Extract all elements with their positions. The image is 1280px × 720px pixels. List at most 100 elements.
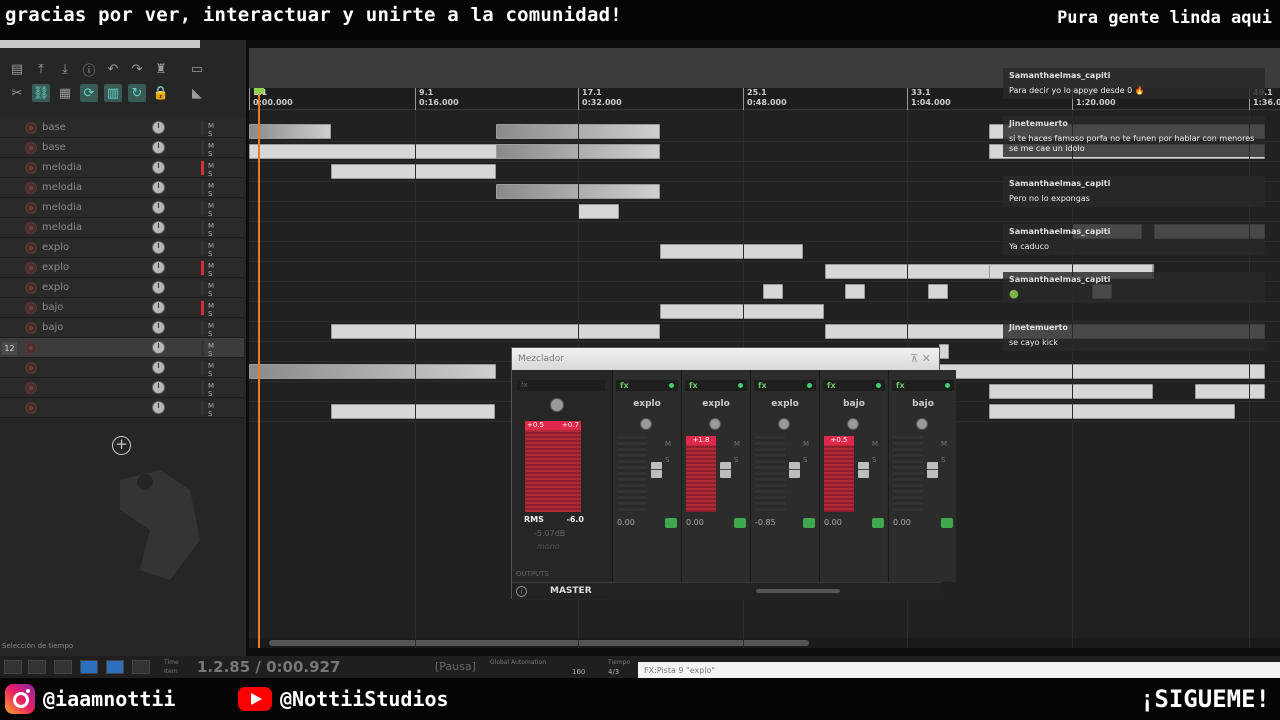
track-volume-knob[interactable]	[152, 201, 165, 214]
record-arm-icon[interactable]	[25, 282, 37, 294]
channel-name[interactable]: bajo	[889, 399, 957, 409]
channel-pan-knob[interactable]	[709, 418, 721, 430]
project-tab[interactable]	[0, 40, 200, 48]
track-row[interactable]: melodia M S	[0, 218, 244, 238]
track-row[interactable]: bajo M S	[0, 318, 244, 338]
channel-name[interactable]: explo	[751, 399, 819, 409]
track-mute-solo[interactable]: M S	[208, 262, 244, 278]
track-row[interactable]: explo M S	[0, 278, 244, 298]
master-outputs[interactable]: OUTPUTS	[516, 570, 549, 578]
channel-volume-value[interactable]: 0.00	[617, 518, 657, 527]
fx-enabled-icon[interactable]	[669, 383, 674, 388]
channel-mute-solo[interactable]: M S	[665, 436, 677, 468]
channel-volume-fader[interactable]	[789, 462, 800, 478]
record-arm-icon[interactable]	[25, 162, 37, 174]
track-row[interactable]: explo M S	[0, 238, 244, 258]
record-arm-icon[interactable]	[25, 182, 37, 194]
track-row[interactable]: melodia M S	[0, 198, 244, 218]
master-fx-slot[interactable]: fx	[517, 380, 605, 391]
metronome-icon[interactable]: ♜	[152, 60, 170, 78]
channel-volume-fader[interactable]	[927, 462, 938, 478]
channel-route-icon[interactable]	[872, 518, 884, 528]
record-arm-icon[interactable]	[25, 342, 37, 354]
media-item[interactable]	[578, 204, 619, 219]
play-button[interactable]	[80, 660, 98, 674]
grid-icon[interactable]: ▦	[56, 84, 74, 102]
time-signature-value[interactable]: 4/3	[608, 668, 619, 676]
fx-enabled-icon[interactable]	[807, 383, 812, 388]
track-row[interactable]: M S	[0, 398, 244, 418]
media-item[interactable]	[939, 344, 949, 359]
record-arm-icon[interactable]	[25, 202, 37, 214]
media-item[interactable]	[928, 284, 948, 299]
media-item[interactable]	[660, 304, 824, 319]
track-volume-knob[interactable]	[152, 241, 165, 254]
track-volume-knob[interactable]	[152, 381, 165, 394]
media-item[interactable]	[928, 364, 1265, 379]
track-volume-knob[interactable]	[152, 261, 165, 274]
playhead-cursor[interactable]	[258, 88, 260, 648]
track-volume-knob[interactable]	[152, 361, 165, 374]
channel-volume-value[interactable]: 0.00	[893, 518, 933, 527]
track-row[interactable]: base M S	[0, 118, 244, 138]
track-row[interactable]: M S	[0, 358, 244, 378]
rewind-button[interactable]	[4, 660, 22, 674]
media-item[interactable]	[331, 404, 495, 419]
track-lane[interactable]	[249, 302, 1280, 322]
track-row[interactable]: melodia M S	[0, 178, 244, 198]
track-name[interactable]: explo	[42, 282, 69, 293]
media-item[interactable]	[249, 364, 496, 379]
envelope-tool-icon[interactable]: ◣	[188, 84, 206, 102]
save-project-icon[interactable]: ⤓	[56, 60, 74, 78]
record-arm-icon[interactable]	[25, 222, 37, 234]
record-arm-icon[interactable]	[25, 362, 37, 374]
redo-icon[interactable]: ↷	[128, 60, 146, 78]
track-mute-solo[interactable]: M S	[208, 382, 244, 398]
fx-enabled-icon[interactable]	[876, 383, 881, 388]
channel-fx-slot[interactable]: fx	[685, 380, 747, 391]
track-mute-solo[interactable]: M S	[208, 362, 244, 378]
media-item[interactable]	[989, 384, 1153, 399]
track-volume-knob[interactable]	[152, 121, 165, 134]
channel-pan-knob[interactable]	[916, 418, 928, 430]
record-arm-icon[interactable]	[25, 262, 37, 274]
track-row[interactable]: 12 M S	[0, 338, 244, 358]
media-item[interactable]	[763, 284, 783, 299]
mixer-window[interactable]: Mezclador ⊼ ✕ fx +0.5 +0.7 RMS -6.0 -5.0…	[511, 347, 956, 600]
track-volume-knob[interactable]	[152, 221, 165, 234]
track-name[interactable]: explo	[42, 242, 69, 253]
mixer-window-buttons[interactable]: ⊼ ✕	[910, 352, 931, 365]
loop-icon[interactable]: ↻	[128, 84, 146, 102]
record-arm-icon[interactable]	[25, 302, 37, 314]
media-item[interactable]	[331, 324, 660, 339]
channel-volume-value[interactable]: 0.00	[824, 518, 864, 527]
track-mute-solo[interactable]: M S	[208, 142, 244, 158]
track-mute-solo[interactable]: M S	[208, 342, 244, 358]
track-volume-knob[interactable]	[152, 341, 165, 354]
mixer-info-icon[interactable]: i	[516, 586, 527, 597]
scrollbar-thumb[interactable]	[269, 640, 809, 646]
channel-pan-knob[interactable]	[847, 418, 859, 430]
playhead-marker-icon[interactable]	[254, 88, 264, 94]
forward-button[interactable]	[28, 660, 46, 674]
channel-name[interactable]: explo	[613, 399, 681, 409]
info-icon[interactable]: ⓘ	[80, 60, 98, 79]
channel-pan-knob[interactable]	[640, 418, 652, 430]
track-row[interactable]: base M S	[0, 138, 244, 158]
snap-grid-icon[interactable]: ▥	[104, 84, 122, 102]
channel-route-icon[interactable]	[665, 518, 677, 528]
mixer-title-bar[interactable]: Mezclador ⊼ ✕	[512, 348, 939, 370]
track-volume-knob[interactable]	[152, 181, 165, 194]
channel-fx-slot[interactable]: fx	[754, 380, 816, 391]
channel-volume-fader[interactable]	[651, 462, 662, 478]
channel-mute-solo[interactable]: M S	[803, 436, 815, 468]
stop-button[interactable]	[54, 660, 72, 674]
media-item[interactable]	[845, 284, 865, 299]
transport-time-display[interactable]: 1.2.85 / 0:00.927	[197, 658, 340, 676]
track-row[interactable]: bajo M S	[0, 298, 244, 318]
track-mute-solo[interactable]: M S	[208, 402, 244, 418]
channel-name[interactable]: bajo	[820, 399, 888, 409]
undo-icon[interactable]: ↶	[104, 60, 122, 78]
channel-route-icon[interactable]	[941, 518, 953, 528]
track-row[interactable]: M S	[0, 378, 244, 398]
